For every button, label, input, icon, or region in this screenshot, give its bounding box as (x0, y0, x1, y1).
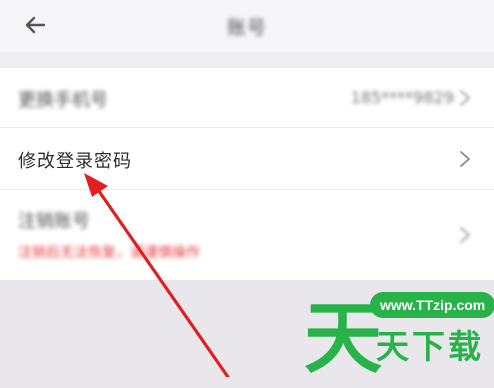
cancel-account-row[interactable]: 注销账号 注销后无法恢复，请谨慎操作 (0, 190, 494, 280)
chevron-right-icon (460, 90, 470, 106)
top-bar: 账号 (0, 0, 494, 52)
watermark-text: 天下载 (376, 327, 484, 366)
chevron-right-icon (460, 227, 470, 243)
section-gap (0, 52, 494, 68)
page-title: 账号 (226, 16, 267, 39)
settings-list: 更换手机号 185****9829 修改登录密码 注销账号 注销后无法恢复，请谨… (0, 68, 494, 280)
phone-number-value: 185****9829 (350, 88, 454, 107)
chevron-right-icon (460, 151, 470, 167)
change-phone-label: 更换手机号 (18, 90, 108, 111)
watermark-logo: 天 www.TTzip.com 天下载 (302, 284, 494, 384)
arrow-left-icon[interactable] (24, 14, 46, 36)
cancel-account-label: 注销账号 (18, 211, 90, 232)
watermark-big-char: 天 (304, 294, 383, 384)
change-password-row[interactable]: 修改登录密码 (0, 128, 494, 190)
change-password-label: 修改登录密码 (18, 151, 132, 172)
watermark-url: www.TTzip.com (370, 292, 494, 318)
change-phone-row[interactable]: 更换手机号 185****9829 (0, 68, 494, 128)
cancel-account-warning: 注销后无法恢复，请谨慎操作 (18, 245, 200, 261)
